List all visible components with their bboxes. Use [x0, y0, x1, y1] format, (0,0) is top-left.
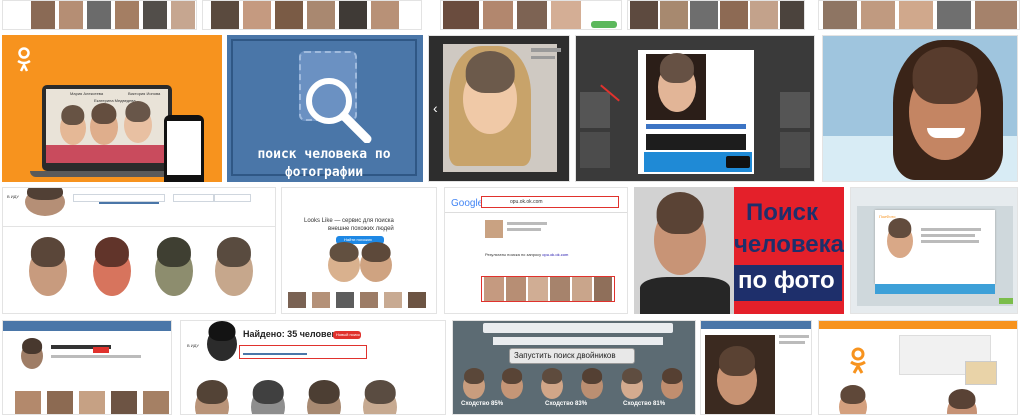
- thumb-ok-modal[interactable]: ПоиФото: [850, 187, 1018, 314]
- google-logo: Google: [451, 198, 484, 209]
- thumb-vk-search[interactable]: поиск человека по фотографии: [227, 35, 423, 182]
- ok-photo-name-1: Мария Алексеева: [70, 91, 104, 96]
- google-results-label: Результаты поиска по запросу opu.ok.ok.c…: [485, 252, 569, 257]
- thumb-row0-4[interactable]: [627, 0, 805, 30]
- thumb-ok-landing[interactable]: [818, 320, 1018, 415]
- thumb-search-grid[interactable]: В ИДУ: [2, 187, 276, 314]
- thumb-banner-search[interactable]: Поиск человека по фото: [634, 187, 844, 314]
- thumb-dark-profile-popup[interactable]: ♥: [575, 35, 815, 182]
- looks-like-headline: Looks Like — сервис для поиска: [304, 218, 394, 224]
- thumb-row0-5[interactable]: [818, 0, 1020, 30]
- thumb-google-search[interactable]: Google opu.ok.ok.com Результаты поиска п…: [444, 187, 628, 314]
- thumb-blonde-profile[interactable]: ‹: [428, 35, 570, 182]
- twins-start-button[interactable]: Запустить поиск двойников: [509, 348, 635, 364]
- thumb-curly-profile[interactable]: [700, 320, 812, 415]
- banner-line1: Поиск: [746, 199, 819, 226]
- thumb-smiling-woman[interactable]: [822, 35, 1018, 182]
- thumb-found-35[interactable]: В ИДУ Найдено: 35 человек Новый поиск: [180, 320, 446, 415]
- thumb-looks-like[interactable]: Looks Like — сервис для поиска внешне по…: [281, 187, 437, 314]
- google-query: opu.ok.ok.com: [510, 199, 543, 205]
- banner-line3: по фото: [738, 267, 835, 294]
- thumb-found-90[interactable]: [2, 320, 172, 415]
- ok-photo-name-3: Виктория Ионова: [128, 91, 161, 96]
- thumb-row0-1[interactable]: [2, 0, 197, 30]
- heart-icon[interactable]: ♥: [748, 108, 754, 119]
- vk-caption-line2: фотографии: [284, 165, 364, 180]
- looks-like-subline: внешне похожих людей: [328, 226, 394, 232]
- vk-caption-line1: поиск человека по: [257, 147, 391, 162]
- twins-similarity-2: Сходство 83%: [545, 401, 588, 407]
- chevron-left-icon[interactable]: ‹: [433, 100, 438, 116]
- twins-similarity-3: Сходство 81%: [623, 401, 666, 407]
- new-search-badge[interactable]: Новый поиск: [333, 331, 361, 339]
- ok-logo-icon: [16, 47, 32, 73]
- thumb-twins-search[interactable]: Запустить поиск двойников Сходство 85% С…: [452, 320, 696, 415]
- magnifier-icon: [303, 75, 373, 143]
- twins-similarity-1: Сходство 85%: [461, 401, 504, 407]
- thumb-row0-3[interactable]: [440, 0, 622, 30]
- thumb-row0-2[interactable]: [202, 0, 422, 30]
- ok-logo-icon-small: [849, 347, 867, 375]
- banner-line2: человека: [734, 231, 844, 258]
- thumb-ok-promo[interactable]: Мария Алексеева Екатерина Медведева Викт…: [2, 35, 222, 182]
- found-35-title: Найдено: 35 человек: [243, 329, 336, 339]
